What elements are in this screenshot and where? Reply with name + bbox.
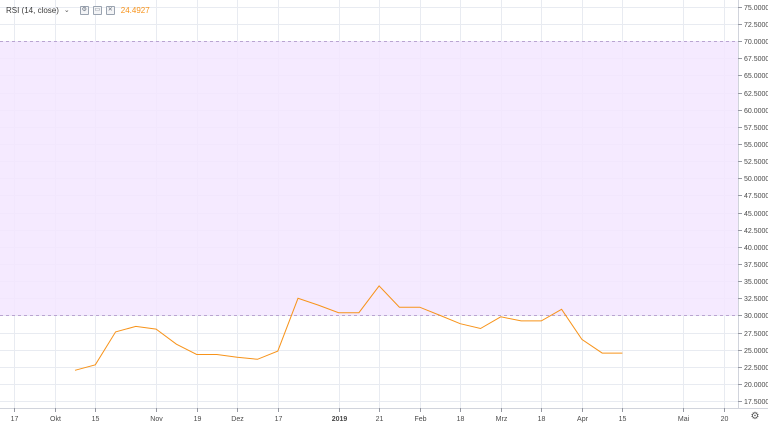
x-tick-label: 18 [538, 416, 546, 423]
x-tick-label: Feb [414, 416, 426, 423]
y-tick-label: 42.5000 [744, 228, 768, 235]
x-tick-label: Dez [231, 416, 244, 423]
y-tick-label: 57.5000 [744, 125, 768, 132]
gear-icon[interactable]: ⚙ [750, 412, 760, 422]
x-tick-label: Apr [577, 416, 589, 423]
y-tick-label: 20.0000 [744, 382, 768, 389]
y-tick-label: 27.5000 [744, 331, 768, 338]
x-tick-label: Okt [50, 416, 61, 423]
x-tick-label: 17 [11, 416, 19, 423]
y-tick-label: 62.5000 [744, 91, 768, 98]
x-tick-label: Mrz [496, 416, 508, 423]
y-tick-label: 70.0000 [744, 39, 768, 46]
y-tick-label: 30.0000 [744, 313, 768, 320]
y-tick-label: 40.0000 [744, 245, 768, 252]
x-tick-label: 15 [619, 416, 627, 423]
chevron-down-icon[interactable]: ⌄ [64, 6, 70, 14]
x-tick-label: 20 [721, 416, 729, 423]
y-tick-label: 45.0000 [744, 211, 768, 218]
settings-icon[interactable]: ⚙ [79, 5, 89, 15]
y-tick-label: 67.5000 [744, 56, 768, 63]
x-tick-label: Mai [678, 416, 690, 423]
y-tick-label: 22.5000 [744, 365, 768, 372]
y-tick-label: 50.0000 [744, 176, 768, 183]
x-tick-label: Nov [150, 416, 163, 423]
hide-icon[interactable]: ▭ [92, 5, 102, 15]
y-tick-label: 60.0000 [744, 108, 768, 115]
y-tick-label: 32.5000 [744, 296, 768, 303]
y-tick-label: 35.0000 [744, 279, 768, 286]
rsi-chart: 75.0000 72.5000 70.0000 67.5000 65.0000 62.50… [0, 0, 768, 423]
overbought-oversold-band [0, 41, 738, 316]
x-tick-label: 18 [457, 416, 465, 423]
y-tick-label: 72.5000 [744, 22, 768, 29]
x-tick-label: 21 [376, 416, 384, 423]
close-icon[interactable]: ✕ [105, 5, 115, 15]
x-tick-label: 2019 [332, 416, 348, 423]
y-tick-label: 55.0000 [744, 142, 768, 149]
y-tick-label: 47.5000 [744, 193, 768, 200]
indicator-value: 24.4927 [120, 5, 150, 15]
y-tick-label: 25.0000 [744, 348, 768, 355]
price-axis[interactable]: 75.0000 72.5000 70.0000 67.5000 65.0000 62.50… [738, 5, 768, 406]
time-axis[interactable]: 17 Okt 15 Nov 19 Dez 17 2019 21 Feb 18 Mrz 18 Apr 15 Ma… [11, 408, 729, 423]
indicator-label[interactable]: RSI (14, close) [6, 6, 59, 15]
y-tick-label: 52.5000 [744, 159, 768, 166]
y-tick-label: 75.0000 [744, 5, 768, 12]
y-tick-label: 37.5000 [744, 262, 768, 269]
x-tick-label: 19 [194, 416, 202, 423]
x-tick-label: 15 [92, 416, 100, 423]
indicator-legend: RSI (14, close) ⌄ ⚙ ▭ ✕ 24.4927 [6, 3, 150, 17]
y-tick-label: 17.5000 [744, 399, 768, 406]
y-tick-label: 65.0000 [744, 73, 768, 80]
x-tick-label: 17 [275, 416, 283, 423]
